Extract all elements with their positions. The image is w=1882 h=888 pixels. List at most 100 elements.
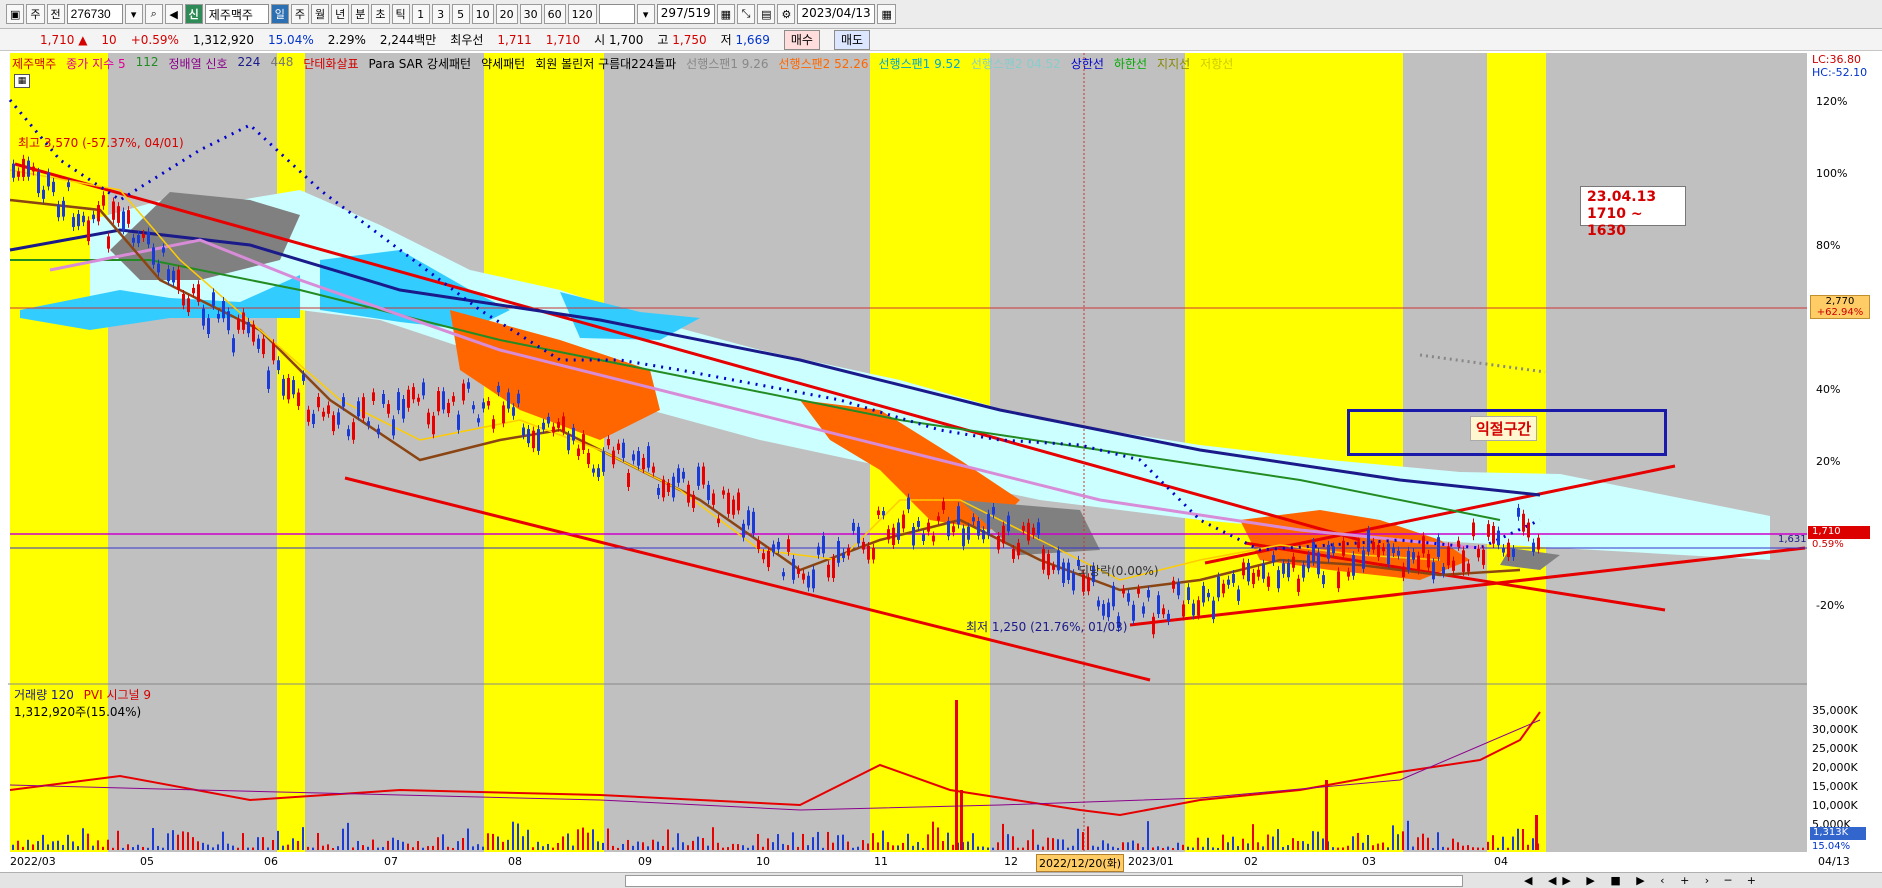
legend-item[interactable]: 112 bbox=[136, 55, 159, 72]
window-icon[interactable]: ▣ bbox=[6, 4, 25, 24]
interval-minute-button[interactable]: 분 bbox=[351, 4, 370, 24]
volume-bar bbox=[232, 845, 234, 850]
candle bbox=[862, 541, 865, 550]
legend-item[interactable]: 종가 지수 5 bbox=[66, 55, 125, 72]
minute-10-button[interactable]: 10 bbox=[471, 4, 494, 24]
minute-120-button[interactable]: 120 bbox=[567, 4, 597, 24]
minute-30-button[interactable]: 30 bbox=[519, 4, 542, 24]
volume-bar bbox=[732, 843, 734, 850]
market-select[interactable]: 주 bbox=[26, 4, 45, 24]
volume-bar bbox=[1087, 826, 1089, 850]
candle bbox=[547, 416, 550, 424]
custom-interval-dropdown-icon[interactable]: ▾ bbox=[636, 4, 655, 24]
volume-axis: 35,000K 30,000K 25,000K 20,000K 15,000K … bbox=[1808, 695, 1882, 855]
candle bbox=[887, 529, 890, 540]
volume-bar bbox=[342, 828, 344, 850]
gear-icon[interactable]: ⚙ bbox=[777, 4, 796, 24]
volume-bar bbox=[787, 845, 789, 850]
volume-bar bbox=[547, 843, 549, 850]
grid-icon[interactable]: ▦ bbox=[716, 4, 736, 24]
candle bbox=[672, 476, 675, 498]
minute-20-button[interactable]: 20 bbox=[495, 4, 518, 24]
sound-icon[interactable]: ◀ bbox=[164, 4, 183, 24]
candle bbox=[1332, 546, 1335, 554]
legend-item[interactable]: 하한선 bbox=[1114, 55, 1147, 72]
legend-item[interactable]: 448 bbox=[270, 55, 293, 72]
volume-bar bbox=[867, 843, 869, 850]
candle bbox=[277, 360, 280, 371]
custom-interval-input[interactable] bbox=[598, 4, 635, 24]
candle bbox=[1342, 540, 1345, 556]
volume-bar bbox=[1097, 846, 1099, 850]
search-icon[interactable]: ⌕ bbox=[144, 4, 163, 24]
volume-bar bbox=[807, 845, 809, 850]
candle bbox=[1032, 527, 1035, 535]
legend-item[interactable]: 제주맥주 bbox=[12, 55, 56, 72]
bid-price: 1,710 bbox=[545, 32, 581, 47]
legend-item[interactable]: 단테화살표 bbox=[303, 55, 358, 72]
period-toggle-button[interactable]: 전 bbox=[46, 4, 65, 24]
candle bbox=[882, 511, 885, 516]
legend-item[interactable]: 선행스팬1 9.52 bbox=[878, 55, 960, 72]
legend-item[interactable]: 약세패턴 bbox=[481, 55, 525, 72]
legend-item[interactable]: Para SAR 강세패턴 bbox=[369, 55, 472, 72]
interval-month-button[interactable]: 월 bbox=[311, 4, 330, 24]
interval-tick-button[interactable]: 틱 bbox=[391, 4, 410, 24]
minute-5-button[interactable]: 5 bbox=[451, 4, 470, 24]
chart-settings-icon[interactable]: ⤡ bbox=[737, 4, 756, 24]
candle bbox=[727, 492, 730, 514]
volume-bar bbox=[1432, 847, 1434, 850]
legend-item[interactable]: 정배열 신호 bbox=[169, 55, 228, 72]
sell-button[interactable]: 매도 bbox=[833, 29, 871, 50]
candle bbox=[97, 205, 100, 222]
interval-day-button[interactable]: 일 bbox=[270, 4, 289, 24]
minute-1-button[interactable]: 1 bbox=[411, 4, 430, 24]
candle bbox=[1107, 602, 1110, 618]
interval-second-button[interactable]: 초 bbox=[371, 4, 390, 24]
candle bbox=[1212, 600, 1215, 620]
candle bbox=[1477, 548, 1480, 558]
volume-bar bbox=[427, 846, 429, 850]
chart-menu-icon[interactable]: ▦ bbox=[14, 74, 30, 88]
volume-bar bbox=[1337, 847, 1339, 850]
calendar-icon[interactable]: ▦ bbox=[877, 4, 896, 24]
legend-item[interactable]: 선행스팬2 52.26 bbox=[779, 55, 869, 72]
volume-bar bbox=[572, 845, 574, 850]
minute-3-button[interactable]: 3 bbox=[431, 4, 450, 24]
candle bbox=[382, 393, 385, 404]
legend-item[interactable]: 지지선 bbox=[1157, 55, 1190, 72]
price-chart-canvas[interactable] bbox=[0, 51, 1882, 872]
legend-item[interactable]: 선행스팬1 9.26 bbox=[686, 55, 768, 72]
candle bbox=[232, 338, 235, 353]
stock-code-input[interactable] bbox=[66, 4, 123, 24]
interval-week-button[interactable]: 주 bbox=[290, 4, 310, 24]
minute-60-button[interactable]: 60 bbox=[543, 4, 566, 24]
volume-bar bbox=[797, 846, 799, 850]
interval-year-button[interactable]: 년 bbox=[331, 4, 350, 24]
candle bbox=[62, 200, 65, 217]
date-field[interactable]: 2023/04/13 bbox=[797, 4, 876, 24]
volume-bar bbox=[242, 833, 244, 850]
volume-bar bbox=[752, 845, 754, 850]
horizontal-scrollbar[interactable]: ◀ ◀▶ ▶ ■ ▶ ‹ + › ─ + bbox=[0, 872, 1882, 888]
candle bbox=[687, 484, 690, 503]
legend-item[interactable]: 저항선 bbox=[1200, 55, 1233, 72]
candle bbox=[957, 506, 960, 525]
candle bbox=[482, 402, 485, 409]
buy-button[interactable]: 매수 bbox=[783, 29, 820, 50]
crosshair-date-badge: 2022/12/20(화) bbox=[1036, 854, 1125, 872]
volume-bar bbox=[582, 827, 584, 850]
legend-item[interactable]: 상한선 bbox=[1071, 55, 1104, 72]
legend-item[interactable]: 회원 볼린저 구름대224돌파 bbox=[535, 55, 676, 72]
scroll-controls[interactable]: ◀ ◀▶ ▶ ■ ▶ ‹ + › ─ + bbox=[1524, 874, 1762, 887]
code-dropdown-icon[interactable]: ▾ bbox=[124, 4, 143, 24]
scrollbar-thumb[interactable] bbox=[625, 875, 1463, 887]
save-icon[interactable]: ▤ bbox=[757, 4, 776, 24]
volume-ratio: 2.29% bbox=[327, 32, 366, 47]
candle bbox=[647, 446, 650, 468]
legend-item[interactable]: 선행스팬2 04.52 bbox=[971, 55, 1061, 72]
stock-name-field[interactable]: 제주맥주 bbox=[204, 4, 269, 24]
candle bbox=[512, 407, 515, 416]
legend-item[interactable]: 224 bbox=[238, 55, 261, 72]
volume-bar bbox=[1452, 838, 1454, 850]
